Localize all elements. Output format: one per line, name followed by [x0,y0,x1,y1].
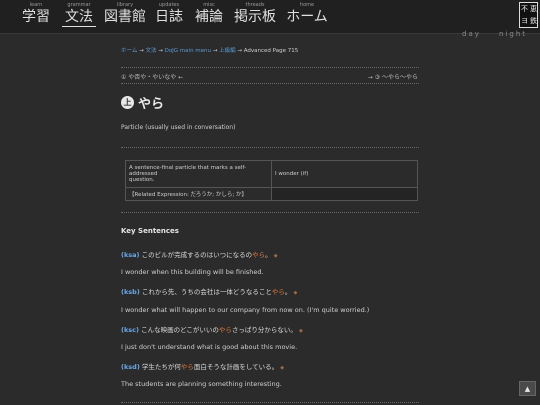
sentence-text: こんな映画のどこがいいの [141,326,219,334]
sentence-translation: I wonder what will happen to our company… [121,306,370,314]
sentence-label[interactable]: (ksc) [121,326,139,334]
breadcrumb-grammar-link[interactable]: 文法 [145,48,156,54]
theme-night-link[interactable]: night [499,30,527,38]
next-entry-link[interactable]: → ③ 〜やら〜やら [368,72,418,81]
definition-english: I wonder (if) [271,160,418,188]
prev-entry-link[interactable]: ① や否や・やいなや ← [121,72,183,81]
level-badge: 上 [121,95,134,109]
logo-char: 恵 [530,5,537,13]
nav-label: 学習 [22,9,50,25]
sentence-text: これから先、うちの会社は一体どうなること [141,288,272,296]
audio-icon[interactable]: ◆ [293,290,297,296]
sentence-highlight: やら [252,251,266,259]
sentence-text: 。 [265,251,272,259]
nav-library[interactable]: library 図書館 [104,2,146,26]
sentence-translation: The students are planning something inte… [121,380,282,388]
breadcrumb-current: Advanced Page 715 [243,48,299,54]
key-sentence-ksc: (ksc) こんな映画のどこがいいのやらさっぱり分からない。 ◆ [121,324,303,334]
sentence-highlight: やら [271,288,285,296]
audio-icon[interactable]: ◆ [280,365,284,371]
key-sentence-ksb: (ksb) これから先、うちの会社は一体どうなることやら。 ◆ [121,286,297,296]
logo-char: 鉄 [530,17,537,25]
breadcrumb: ホーム → 文法 → DoJG main menu → 上級編 → Advanc… [121,46,298,54]
nav-label: 図書館 [104,9,146,25]
key-sentence-ksd: (ksd) 学生たちが何やら面白そうな計画をしている。 ◆ [121,361,284,371]
nav-label: 補論 [195,9,223,25]
definition-meaning: A sentence-final particle that marks a s… [125,160,272,188]
theme-day-link[interactable]: day [462,30,481,38]
sentence-text: このビルが完成するのはいつになるの [141,251,253,259]
sentence-text: さっぱり分からない。 [231,326,297,334]
audio-icon[interactable]: ◆ [274,253,278,259]
nav-learn[interactable]: learn 学習 [22,2,50,26]
key-sentences-heading: Key Sentences [121,227,179,235]
definition-table: A sentence-final particle that marks a s… [125,160,418,201]
sentence-text: 学生たちが何 [141,363,181,371]
divider [121,402,419,403]
related-expression: 【Related Expression: だろうか; かしら; か】 [125,187,272,201]
site-logo[interactable]: 不 恵 ヨ 鉄 [519,2,538,28]
sentence-label[interactable]: (ksd) [121,363,140,371]
scroll-to-top-button[interactable]: ▲ [519,381,536,396]
divider [121,83,419,84]
top-nav: learn 学習 grammar 文法 library 図書館 updates … [0,0,540,34]
breadcrumb-home-link[interactable]: ホーム [121,48,137,54]
divider [121,67,419,68]
key-sentence-ksa: (ksa) このビルが完成するのはいつになるのやら。 ◆ [121,249,278,259]
logo-char: ヨ [521,17,528,25]
meaning-line: question. [129,177,155,183]
divider [121,147,419,148]
nav-grammar[interactable]: grammar 文法 [62,2,96,27]
breadcrumb-separator: → [212,48,218,54]
definition-empty-cell [271,187,418,201]
breadcrumb-separator: → [158,48,163,54]
nav-label: 文法 [62,8,96,27]
meaning-line: A sentence-final particle that marks a s… [129,165,246,177]
breadcrumb-separator: → [237,48,242,54]
breadcrumb-level-link[interactable]: 上級編 [219,48,236,54]
sentence-text: 面白そうな計画をしている。 [193,363,279,371]
nav-misc[interactable]: misc 補論 [194,2,224,26]
nav-label: 日誌 [155,9,183,25]
nav-home[interactable]: home ホーム [286,2,328,26]
breadcrumb-menu-link[interactable]: DoJG main menu [165,48,211,54]
entry-title: 上 やら [121,94,165,112]
nav-label: 掲示板 [234,9,276,25]
sentence-translation: I wonder when this building will be fini… [121,268,264,276]
audio-icon[interactable]: ◆ [299,328,303,334]
sentence-translation: I just don't understand what is good abo… [121,343,298,351]
breadcrumb-separator: → [139,48,144,54]
nav-updates[interactable]: updates 日誌 [154,2,184,26]
sentence-highlight: やら [218,326,232,334]
entry-description: Particle (usually used in conversation) [121,124,236,131]
sentence-text: 。 [284,288,292,296]
sentence-highlight: やら [180,363,194,371]
divider [121,212,419,213]
sentence-label[interactable]: (ksb) [121,288,140,296]
nav-label: ホーム [286,9,328,25]
logo-char: 不 [521,5,528,13]
sentence-label[interactable]: (ksa) [121,251,140,259]
nav-threads[interactable]: threads 掲示板 [234,2,276,26]
entry-title-text: やら [138,96,165,112]
